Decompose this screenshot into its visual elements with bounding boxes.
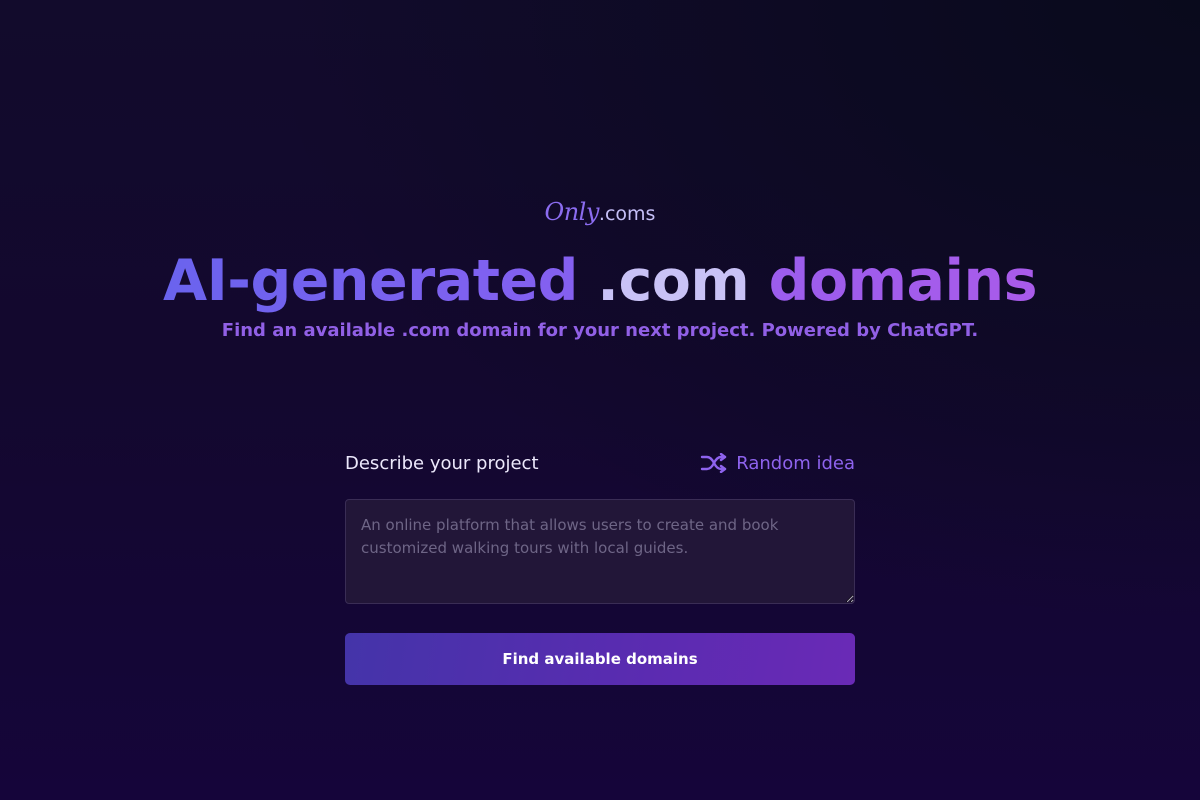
page-subtitle: Find an available .com domain for your n…: [221, 320, 979, 341]
form-header: Describe your project Random idea: [345, 448, 855, 478]
logo[interactable]: Only.coms: [0, 198, 1200, 232]
random-idea-button[interactable]: Random idea: [700, 453, 855, 474]
random-idea-label: Random idea: [736, 452, 855, 474]
project-description-input[interactable]: [345, 499, 855, 604]
logo-suffix-text: .coms: [598, 203, 656, 225]
page-title: AI-generated .com domains: [0, 246, 1200, 316]
project-description-label: Describe your project: [345, 452, 539, 474]
logo-script-text: Only: [544, 198, 600, 226]
shuffle-icon: [701, 453, 727, 473]
domain-search-form: Describe your project Random idea Find a…: [345, 448, 855, 685]
headline-part-com: .com: [597, 248, 750, 314]
find-domains-button[interactable]: Find available domains: [345, 633, 855, 685]
headline-part-domains: domains: [768, 248, 1038, 314]
headline-part-ai-generated: AI-generated: [162, 248, 578, 314]
